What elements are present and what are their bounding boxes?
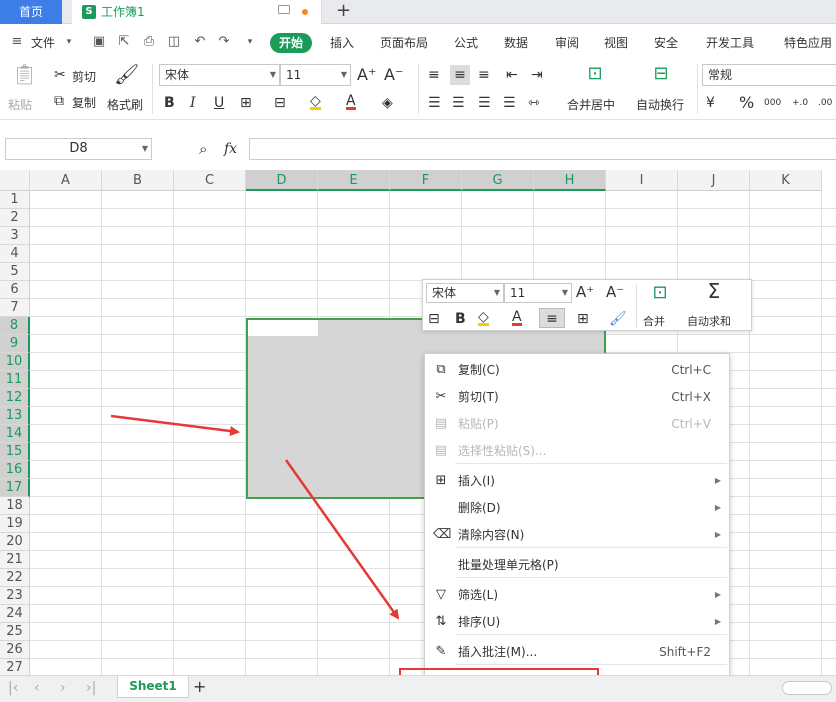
- wps-spreadsheet-window: 首页 S 工作簿1 + ≡ 文件 ▾ ▣ ⇱ ⎙ ◫ ↶ ↷ ▾ 开始 插入 页…: [0, 0, 836, 702]
- arrow-to-selection: [110, 414, 240, 436]
- add-sheet-button[interactable]: +: [193, 679, 206, 695]
- sheet-tab-bar: |‹ ‹ › ›| Sheet1 +: [0, 675, 836, 702]
- first-sheet-icon[interactable]: |‹: [8, 680, 18, 696]
- sheet-tab-sheet1[interactable]: Sheet1: [117, 676, 189, 698]
- last-sheet-icon[interactable]: ›|: [86, 680, 96, 696]
- annotation-arrows: [110, 414, 400, 620]
- arrow-to-format-cells: [284, 459, 400, 620]
- horizontal-scrollbar[interactable]: [782, 681, 832, 695]
- prev-sheet-icon[interactable]: ‹: [34, 680, 40, 696]
- next-sheet-icon[interactable]: ›: [60, 680, 66, 696]
